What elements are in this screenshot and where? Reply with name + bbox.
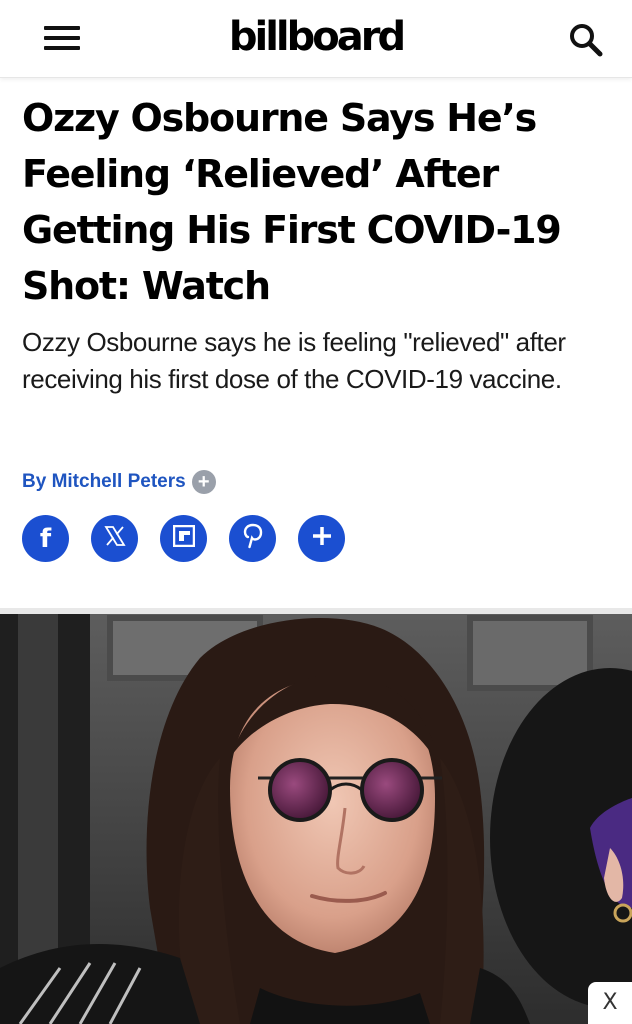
x-share-button[interactable] [91, 515, 138, 562]
search-icon[interactable] [566, 20, 606, 60]
plus-icon [311, 525, 333, 552]
article-hero-photo [0, 608, 632, 1024]
byline[interactable]: By Mitchell Peters + [22, 468, 216, 496]
more-share-button[interactable] [298, 515, 345, 562]
close-ad-button[interactable]: X [588, 982, 632, 1024]
article-dek: Ozzy Osbourne says he is feeling "reliev… [22, 327, 566, 394]
share-buttons: f [22, 515, 367, 563]
facebook-icon: f [39, 523, 52, 554]
flipboard-share-button[interactable] [160, 515, 207, 562]
article-headline: Ozzy Osbourne Says He’s Feeling ‘Relieve… [22, 96, 562, 308]
flipboard-icon [172, 524, 195, 552]
pinterest-icon [242, 523, 264, 554]
author-name[interactable]: By Mitchell Peters [22, 471, 186, 493]
billboard-logo[interactable]: billboard [0, 14, 632, 60]
pinterest-share-button[interactable] [229, 515, 276, 562]
follow-author-plus-icon[interactable]: + [191, 470, 216, 494]
x-icon [103, 524, 127, 553]
facebook-share-button[interactable]: f [22, 515, 69, 562]
site-header: billboard [0, 0, 632, 78]
